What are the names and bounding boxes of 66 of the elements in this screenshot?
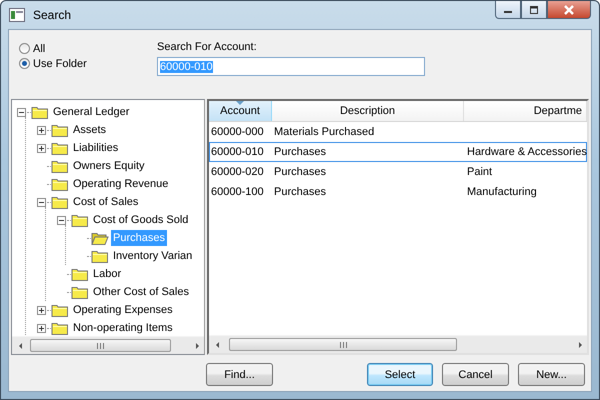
folder-icon	[51, 141, 69, 155]
table-row[interactable]: 60000-020 Purchases Paint	[209, 162, 587, 182]
folder-icon	[51, 159, 69, 173]
tree-item[interactable]: Inventory Varian	[111, 248, 194, 264]
radio-button[interactable]	[19, 43, 30, 54]
tree-item[interactable]: Operating Expenses	[71, 302, 175, 318]
window-title: Search	[33, 8, 72, 22]
maximize-button[interactable]	[521, 1, 547, 19]
horizontal-scrollbar[interactable]	[209, 335, 587, 353]
folder-icon	[51, 303, 69, 317]
maximize-icon	[529, 6, 539, 14]
folder-icon	[51, 195, 69, 209]
tree-item[interactable]: Operating Revenue	[71, 176, 170, 192]
horizontal-scrollbar[interactable]	[12, 336, 204, 354]
table-cell-text: Purchases	[273, 166, 327, 178]
tree-item[interactable]: Cost of Goods Sold	[91, 212, 190, 228]
table-cell-text: Manufacturing	[466, 186, 538, 198]
table-cell-text: 60000-020	[210, 166, 265, 178]
dialog-button[interactable]: New...	[518, 363, 585, 386]
folder-icon	[51, 123, 69, 137]
radio-label: Use Folder	[33, 58, 87, 70]
tree-item[interactable]: General Ledger	[51, 104, 132, 120]
folder-icon	[51, 177, 69, 191]
folder-icon	[91, 249, 109, 263]
dialog-button[interactable]: Cancel	[442, 363, 509, 386]
tree-item[interactable]: Non-operating Items	[71, 320, 175, 336]
radio-button[interactable]	[19, 58, 30, 69]
folder-icon	[31, 105, 49, 119]
window-icon	[9, 8, 25, 22]
column-header[interactable]: Description	[272, 101, 464, 121]
table-cell-text: Paint	[466, 166, 494, 178]
tree-item[interactable]: Cost of Sales	[71, 194, 140, 210]
table-cell-text: 60000-000	[210, 126, 265, 138]
radio-label: All	[33, 42, 46, 54]
column-header[interactable]: Account	[209, 101, 272, 121]
table-cell-text: Materials Purchased	[273, 126, 376, 138]
expand-icon[interactable]	[37, 144, 46, 152]
table-cell-text: 60000-010	[210, 146, 265, 158]
table-row[interactable]: 60000-100 Purchases Manufacturing	[209, 182, 587, 202]
table-row[interactable]: 60000-000 Materials Purchased	[209, 122, 587, 142]
folder-icon	[71, 267, 89, 281]
expand-icon[interactable]	[37, 324, 46, 332]
tree-item[interactable]: Other Cost of Sales	[91, 284, 191, 300]
collapse-icon[interactable]	[17, 108, 26, 116]
dialog-button[interactable]: Find...	[206, 363, 273, 386]
minimize-button[interactable]	[495, 1, 521, 19]
expand-icon[interactable]	[37, 126, 46, 134]
expand-icon[interactable]	[37, 306, 46, 314]
folder-icon	[71, 213, 89, 227]
tree-item[interactable]: Labor	[91, 266, 124, 282]
dialog-button[interactable]: Select	[367, 363, 433, 386]
search-label: Search For Account:	[157, 40, 258, 54]
tree-item[interactable]: Liabilities	[71, 140, 120, 156]
table-cell-text: 60000-100	[210, 186, 265, 198]
collapse-icon[interactable]	[37, 198, 46, 206]
table-cell-text: Purchases	[273, 186, 327, 198]
close-icon	[563, 4, 575, 14]
collapse-icon[interactable]	[57, 216, 66, 224]
tree-item[interactable]: Owners Equity	[71, 158, 147, 174]
folder-icon	[71, 285, 89, 299]
open-folder-icon	[91, 231, 109, 245]
column-header[interactable]: Departme	[464, 101, 587, 121]
table-cell-text: Purchases	[273, 146, 327, 158]
close-button[interactable]	[547, 1, 591, 19]
tree-item[interactable]: Assets	[71, 122, 108, 138]
folder-icon	[51, 321, 69, 335]
